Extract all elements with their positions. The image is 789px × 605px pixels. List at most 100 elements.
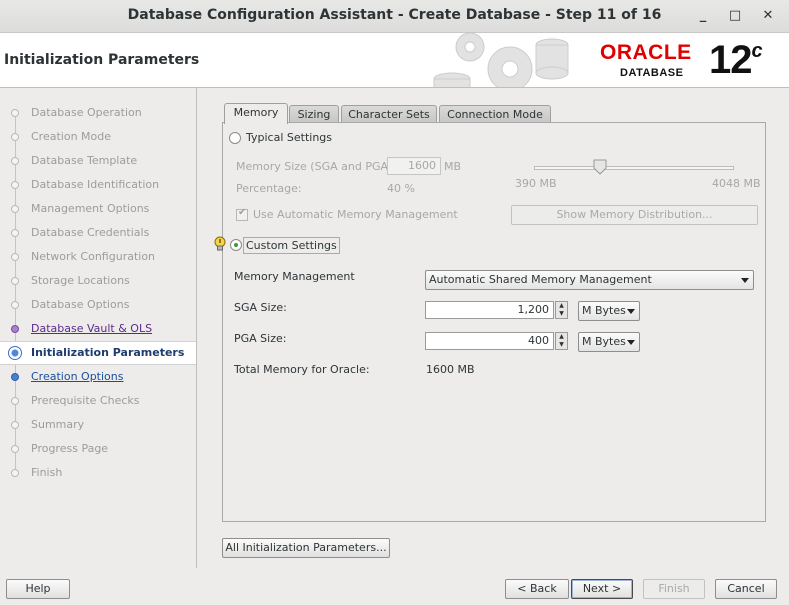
sga-unit-select[interactable]: M Bytes — [578, 301, 640, 321]
oracle-logo: ORACLE — [600, 41, 692, 64]
step-database-options: Database Options — [0, 293, 196, 317]
step-network-configuration: Network Configuration — [0, 245, 196, 269]
step-dot-icon — [11, 205, 19, 213]
step-management-options: Management Options — [0, 197, 196, 221]
help-button[interactable]: Help — [6, 579, 70, 599]
step-dot-icon — [11, 181, 19, 189]
step-label: Database Template — [31, 154, 138, 167]
percentage-value: 40 % — [387, 182, 415, 195]
step-label[interactable]: Database Vault & OLS — [31, 322, 152, 335]
memory-size-label: Memory Size (SGA and PGA): — [236, 160, 396, 173]
step-label: Database Credentials — [31, 226, 150, 239]
minimize-icon[interactable]: _ — [693, 6, 713, 26]
next-button[interactable]: Next > — [571, 579, 633, 599]
use-amm-checkbox[interactable] — [236, 207, 248, 221]
step-label: Database Identification — [31, 178, 160, 191]
step-dot-icon — [11, 277, 19, 285]
pga-unit-value: M Bytes — [582, 335, 626, 348]
typical-settings-radio[interactable] — [229, 132, 241, 144]
step-dot-icon — [11, 373, 19, 381]
tab-memory[interactable]: Memory — [224, 103, 288, 124]
step-label[interactable]: Creation Options — [31, 370, 123, 383]
sga-size-label: SGA Size: — [234, 301, 287, 314]
typical-settings-label[interactable]: Typical Settings — [246, 131, 332, 144]
gears-illustration-icon — [433, 33, 569, 87]
step-database-vault-ols[interactable]: Database Vault & OLS — [0, 317, 196, 341]
pga-size-spinner[interactable]: ▲ ▼ — [555, 332, 568, 350]
memory-slider-thumb[interactable] — [593, 159, 607, 175]
sga-unit-value: M Bytes — [582, 304, 626, 317]
step-dot-icon — [11, 397, 19, 405]
version-number: 12 — [709, 38, 752, 82]
spin-down-icon[interactable]: ▼ — [556, 341, 567, 349]
step-dot-icon — [11, 445, 19, 453]
step-database-identification: Database Identification — [0, 173, 196, 197]
tab-connection-mode[interactable]: Connection Mode — [439, 105, 551, 123]
hint-bulb-icon — [214, 236, 226, 251]
version-logo: 12c — [709, 38, 763, 83]
memory-panel — [222, 122, 766, 522]
memory-size-unit: MB — [444, 160, 462, 173]
step-label: Database Options — [31, 298, 130, 311]
chevron-down-icon — [741, 278, 749, 283]
step-creation-options[interactable]: Creation Options — [0, 365, 196, 389]
percentage-label: Percentage: — [236, 182, 302, 195]
step-dot-icon — [11, 301, 19, 309]
memory-slider-track[interactable] — [534, 166, 734, 170]
pga-size-field[interactable]: 400 — [425, 332, 554, 350]
tab-sizing[interactable]: Sizing — [289, 105, 339, 123]
step-dot-icon — [11, 253, 19, 261]
custom-settings-label[interactable]: Custom Settings — [243, 237, 340, 254]
close-icon[interactable]: ✕ — [758, 6, 778, 26]
header-banner: Initialization Parameters ORACLE DATABAS… — [0, 33, 789, 88]
step-dot-icon — [11, 229, 19, 237]
custom-settings-radio[interactable] — [230, 239, 242, 251]
total-memory-value: 1600 MB — [426, 363, 475, 376]
use-amm-label: Use Automatic Memory Management — [253, 208, 458, 221]
back-button[interactable]: < Back — [505, 579, 569, 599]
step-dot-icon — [11, 133, 19, 141]
step-storage-locations: Storage Locations — [0, 269, 196, 293]
step-creation-mode: Creation Mode — [0, 125, 196, 149]
step-finish: Finish — [0, 461, 196, 485]
step-label: Finish — [31, 466, 63, 479]
finish-button[interactable]: Finish — [643, 579, 705, 599]
spin-up-icon[interactable]: ▲ — [556, 302, 567, 310]
step-database-template: Database Template — [0, 149, 196, 173]
step-dot-icon — [11, 325, 19, 333]
all-initialization-parameters-button[interactable]: All Initialization Parameters... — [222, 538, 390, 558]
step-dot-icon — [11, 109, 19, 117]
step-database-operation: Database Operation — [0, 101, 196, 125]
spin-down-icon[interactable]: ▼ — [556, 310, 567, 318]
memory-management-select[interactable]: Automatic Shared Memory Management — [425, 270, 754, 290]
step-dot-icon — [11, 157, 19, 165]
spin-up-icon[interactable]: ▲ — [556, 333, 567, 341]
window-title: Database Configuration Assistant - Creat… — [127, 7, 662, 23]
step-label: Storage Locations — [31, 274, 130, 287]
sga-size-spinner[interactable]: ▲ ▼ — [555, 301, 568, 319]
chevron-down-icon — [627, 340, 635, 345]
pga-size-label: PGA Size: — [234, 332, 287, 345]
step-label: Prerequisite Checks — [31, 394, 140, 407]
slider-max-label: 4048 MB — [712, 177, 761, 190]
step-progress-page: Progress Page — [0, 437, 196, 461]
sga-size-field[interactable]: 1,200 — [425, 301, 554, 319]
tab-character-sets[interactable]: Character Sets — [341, 105, 437, 123]
steps-sidebar: Database Operation Creation Mode Databas… — [0, 88, 197, 568]
maximize-icon[interactable]: □ — [725, 6, 745, 26]
pga-unit-select[interactable]: M Bytes — [578, 332, 640, 352]
step-label: Progress Page — [31, 442, 109, 455]
step-summary: Summary — [0, 413, 196, 437]
total-memory-label: Total Memory for Oracle: — [234, 363, 370, 376]
cancel-button[interactable]: Cancel — [715, 579, 777, 599]
step-initialization-parameters: Initialization Parameters — [0, 341, 196, 365]
step-label: Network Configuration — [31, 250, 156, 263]
slider-min-label: 390 MB — [515, 177, 557, 190]
memory-management-label: Memory Management — [234, 270, 355, 283]
step-label: Management Options — [31, 202, 150, 215]
chevron-down-icon — [627, 309, 635, 314]
step-label: Database Operation — [31, 106, 142, 119]
memory-size-field[interactable]: 1600 — [387, 157, 441, 175]
step-label: Initialization Parameters — [31, 346, 185, 359]
show-memory-distribution-button[interactable]: Show Memory Distribution... — [511, 205, 758, 225]
